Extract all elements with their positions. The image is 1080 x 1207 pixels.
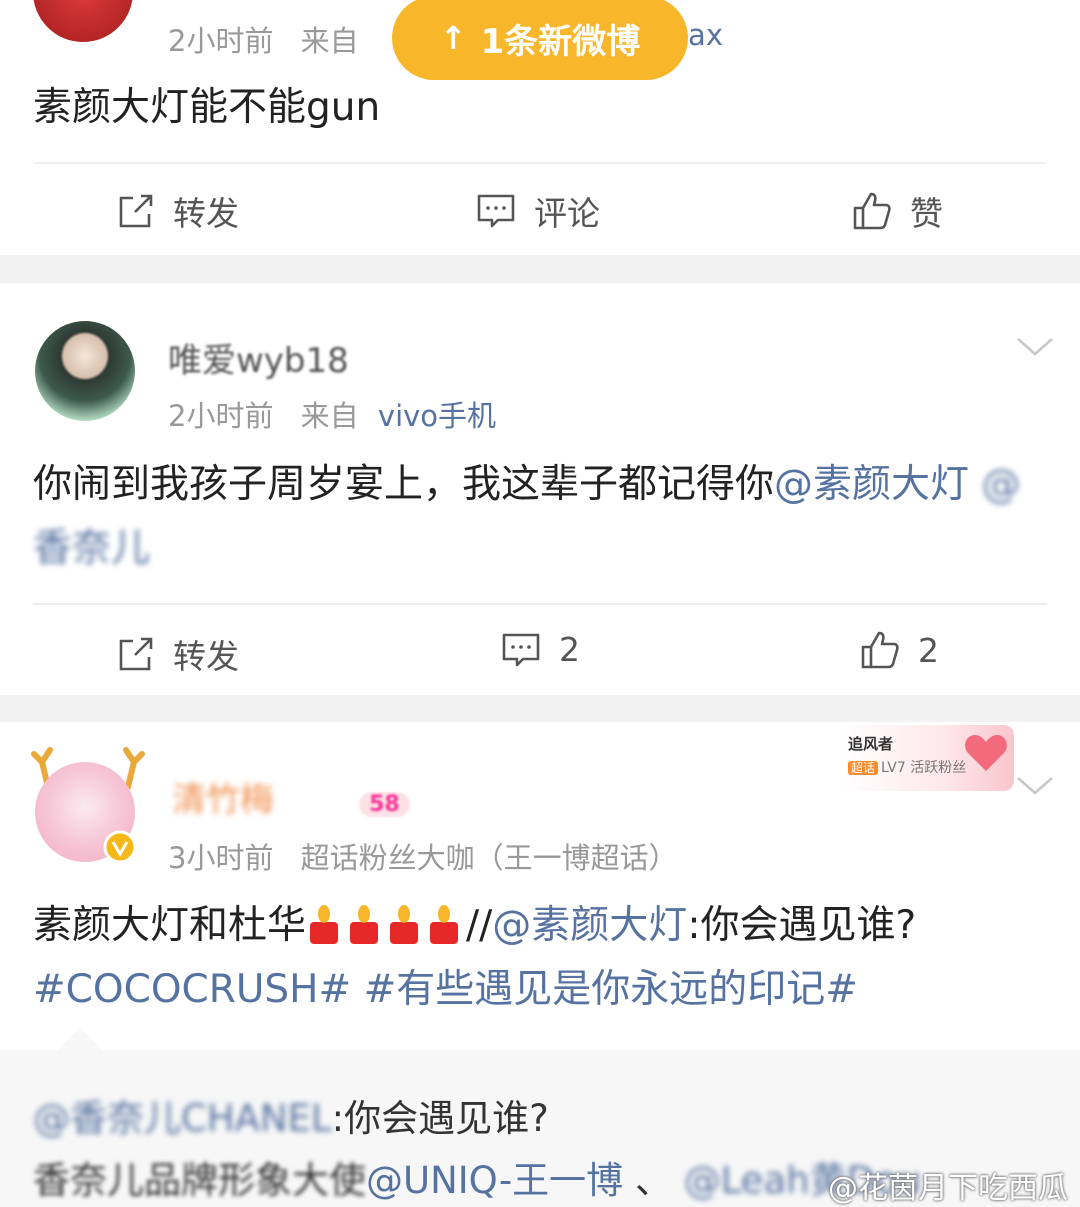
- new-posts-button[interactable]: ↑ 1条新微博: [392, 0, 688, 80]
- repost-line-1: @香奈儿CHANEL:你会遇见谁?: [33, 1088, 549, 1142]
- divider: [33, 162, 1047, 164]
- mention-link[interactable]: @素颜大灯: [774, 462, 969, 507]
- repost-label: 转发: [173, 194, 239, 233]
- chevron-down-icon[interactable]: [1015, 335, 1055, 359]
- thumbs-up-icon: [861, 631, 899, 669]
- quote-text: :你会遇见谁?: [687, 903, 917, 948]
- repost-separator: 、: [634, 1159, 672, 1202]
- post-meta: 2小时前 来自 lax: [168, 18, 723, 60]
- hashtag-link[interactable]: #有些遇见是你永远的印记#: [364, 967, 858, 1012]
- repost-text: :你会遇见谁?: [331, 1097, 549, 1140]
- candle-emojis: [306, 900, 466, 944]
- heart-icon: [965, 735, 1007, 771]
- post-text-plain: 素颜大灯和杜华: [33, 903, 307, 948]
- like-button[interactable]: 2: [860, 630, 939, 670]
- username[interactable]: 清竹梅: [172, 780, 274, 820]
- comment-count: 2: [559, 630, 580, 669]
- like-count: 2: [918, 630, 939, 670]
- fan-badge-tag: 超话: [848, 761, 879, 775]
- post-source[interactable]: vivo手机: [378, 399, 496, 433]
- repost-icon: [119, 637, 153, 671]
- avatar[interactable]: [33, 0, 133, 42]
- post-text: 素颜大灯和杜华 //@素颜大灯:你会遇见谁? #COCOCRUSH# #有些遇见…: [33, 894, 1053, 1022]
- comment-button[interactable]: 评论: [476, 187, 600, 235]
- fan-badge-level-text: LV7 活跃粉丝: [881, 760, 967, 776]
- repost-icon: [119, 194, 153, 228]
- post-time: 2小时前: [168, 399, 274, 433]
- repost-button[interactable]: 转发: [117, 630, 239, 678]
- repost-label: 转发: [173, 637, 239, 676]
- post-text: 素颜大灯能不能gun: [33, 85, 381, 130]
- mention-link[interactable]: @UNIQ-王一博: [366, 1159, 623, 1202]
- like-label: 赞: [910, 194, 943, 233]
- from-label: 来自: [300, 24, 359, 58]
- repost-author[interactable]: @香奈儿CHANEL: [33, 1097, 332, 1140]
- repost-button[interactable]: 转发: [117, 187, 239, 235]
- post-meta: 2小时前 来自 vivo手机: [168, 393, 496, 435]
- thumbs-up-icon: [853, 192, 891, 230]
- divider: [33, 603, 1047, 605]
- repost-line-2: 香奈儿品牌形象大使@UNIQ-王一博 、 @Leah黄Dou: [33, 1150, 921, 1204]
- post-time: 3小时前: [168, 841, 274, 875]
- fan-badge-title: 追风者: [848, 735, 894, 753]
- watermark: @花茵月下吃西瓜: [828, 1171, 1068, 1206]
- hashtag-link[interactable]: #COCOCRUSH#: [33, 967, 351, 1012]
- post-meta: 3小时前 超话粉丝大咖（王一博超话）: [168, 835, 678, 877]
- verified-badge-icon: [103, 830, 137, 864]
- level-tag: 58: [359, 792, 410, 817]
- fan-badge[interactable]: 追风者 超话 LV7 活跃粉丝: [842, 725, 1014, 791]
- mention-link[interactable]: @素颜大灯: [492, 903, 687, 948]
- chevron-down-icon[interactable]: [1015, 774, 1055, 798]
- post-text: 你闹到我孩子周岁宴上，我这辈子都记得你@素颜大灯 @香奈儿: [33, 453, 1053, 581]
- post-card-2: 唯爱wyb18 2小时前 来自 vivo手机 你闹到我孩子周岁宴上，我这辈子都记…: [0, 283, 1080, 695]
- avatar[interactable]: [35, 321, 135, 421]
- repost-prefix: 香奈儿品牌形象大使: [33, 1159, 366, 1202]
- arrow-up-icon: ↑: [439, 19, 467, 57]
- comment-icon: [477, 194, 515, 228]
- comment-icon: [502, 633, 540, 666]
- new-posts-label: 1条新微博: [480, 21, 641, 62]
- post-text-plain: 你闹到我孩子周岁宴上，我这辈子都记得你: [33, 462, 775, 507]
- comment-button[interactable]: 2: [501, 630, 580, 669]
- username-row: 清竹梅 58: [172, 772, 410, 821]
- post-source[interactable]: 超话粉丝大咖（王一博超话）: [301, 841, 678, 875]
- like-button[interactable]: 赞: [852, 187, 943, 235]
- comment-label: 评论: [534, 194, 600, 233]
- from-label: 来自: [300, 399, 359, 433]
- post-time: 2小时前: [168, 24, 274, 58]
- username[interactable]: 唯爱wyb18: [168, 333, 349, 382]
- fan-badge-level: 超话 LV7 活跃粉丝: [848, 757, 966, 777]
- separator: //: [466, 903, 493, 948]
